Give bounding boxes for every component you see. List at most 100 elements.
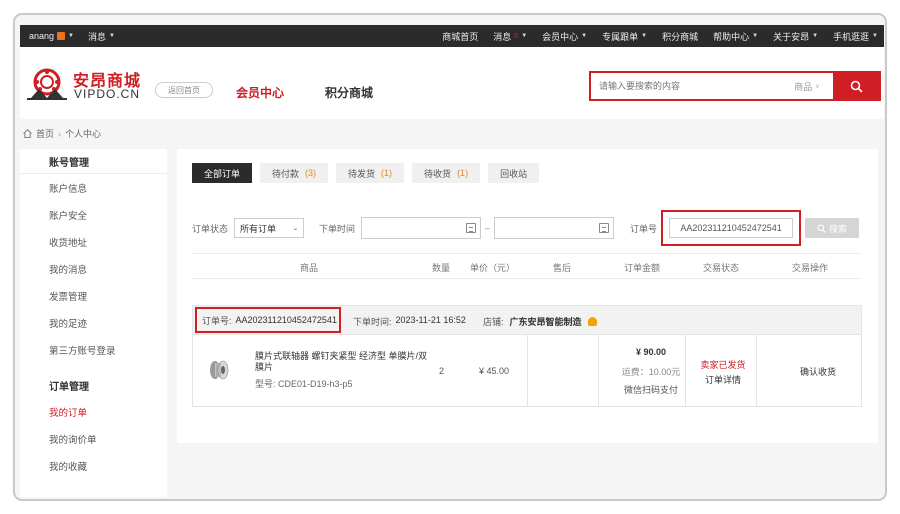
order-status: 卖家已发货 [700,360,746,370]
cell-divider [598,335,599,406]
chevron-down-icon: ▼ [109,33,115,39]
order-time-value: 2023-11-21 16:52 [395,315,466,325]
topnav-help[interactable]: 帮助中心 ▼ [713,30,758,43]
sidebar-item-third-party-login[interactable]: 第三方账号登录 [20,336,167,363]
sidebar-item-footprints[interactable]: 我的足迹 [20,309,167,336]
topnav-exclusive[interactable]: 专属跟单 ▼ [602,30,647,43]
tab-count: (3) [305,168,317,178]
logo-text-en: VIPDO.CN [74,87,141,101]
order-no-label: 订单号 [630,223,658,234]
order-detail-link[interactable]: 订单详情 [683,373,763,386]
topnav-mobile[interactable]: 手机逛逛 ▼ [833,30,878,43]
shop-name[interactable]: 广东安昂智能制造 [510,315,582,328]
chevron-down-icon: ▼ [521,33,528,39]
order-no-input[interactable]: AA202311210452472541 [669,218,794,238]
breadcrumb-current: 个人中心 [65,129,102,139]
nav-points-mall[interactable]: 积分商城 [325,84,373,101]
status-select[interactable]: 所有订单 ⌄ [234,218,305,238]
back-home-button[interactable]: 返回首页 [155,82,213,98]
column-header: 交易操作 [792,263,829,273]
tab-pending-shipment[interactable]: 待发货 (1) [336,163,405,183]
site-search: 商品 ∨ [589,71,881,101]
topnav-points-mall[interactable]: 积分商城 [662,30,698,43]
order-search-button[interactable]: 搜索 [805,218,860,238]
search-input[interactable] [591,73,781,99]
sidebar-item-messages[interactable]: 我的消息 [20,255,167,282]
search-button[interactable] [833,73,879,99]
search-icon [817,223,826,233]
product-unit-price: ¥ 45.00 [479,366,510,376]
sidebar-section-orders: 订单管理 [49,382,89,393]
messages-menu[interactable]: 消息 ▼ [88,30,115,43]
tab-count: (1) [381,168,393,178]
topnav-about[interactable]: 关于安昂 ▼ [773,30,818,43]
user-menu[interactable]: anang ▼ [29,31,74,41]
tab-pending-payment[interactable]: 待付款 (3) [260,163,329,183]
topnav-label: 商城首页 [442,31,479,42]
order-filters: 订单状态 所有订单 ⌄ 下单时间 – 订单号 AA202311210452472… [192,210,862,246]
column-header: 订单金额 [624,263,661,273]
nav-member-center[interactable]: 会员中心 [236,84,284,101]
calendar-icon[interactable] [466,223,477,233]
sidebar: 账号管理 账户信息 账户安全 收货地址 我的消息 发票管理 我的足迹 第三方账号… [20,149,167,497]
top-bar: anang ▼ 消息 ▼ 商城首页 消息 0 ▼ 会员中心 ▼ 专属跟单 ▼ 积分商城 … [20,25,884,47]
end-date-input[interactable] [494,217,615,239]
order-tabs: 全部订单 待付款 (3) 待发货 (1) 待收货 (1) 回收站 [192,163,540,183]
order-time: 下单时间: 2023-11-21 16:52 [353,315,466,328]
orders-table-header: 商品 数量 单价（元） 售后 订单金额 交易状态 交易操作 [192,253,862,279]
username: anang [29,31,55,41]
sidebar-item-account-info[interactable]: 账户信息 [20,174,167,201]
topnav-member-center[interactable]: 会员中心 ▼ [542,30,587,43]
tab-pending-receipt[interactable]: 待收货 (1) [412,163,481,183]
column-header: 售后 [553,263,572,273]
sidebar-item-invoice[interactable]: 发票管理 [20,282,167,309]
status-filter-label: 订单状态 [192,223,229,234]
calendar-icon[interactable] [599,223,610,233]
sidebar-item-inquiries[interactable]: 我的询价单 [20,425,167,452]
shop-label: 店铺: [483,317,504,327]
order-freight: 运费：10.00元 [621,367,681,377]
tab-recycle-bin[interactable]: 回收站 [488,163,540,183]
sidebar-section-account: 账号管理 [20,149,167,174]
order-number-label: 订单号: [202,315,232,326]
breadcrumb-separator-icon: › [58,128,62,139]
tab-label: 回收站 [500,168,528,179]
product-image[interactable] [206,357,232,383]
chevron-down-icon: ⌄ [292,225,299,232]
tab-all-orders[interactable]: 全部订单 [192,163,253,183]
column-header: 数量 [432,263,451,273]
product-name[interactable]: 膜片式联轴器 螺钉夹紧型 经济型 单膜片/双膜片 [255,351,430,373]
product-quantity: 2 [439,366,445,376]
order-search-label: 搜索 [829,223,848,234]
sidebar-item-favorites[interactable]: 我的收藏 [20,452,167,479]
search-category-select[interactable]: 商品 ∨ [781,73,833,99]
column-header: 交易状态 [703,263,740,273]
sidebar-item-address[interactable]: 收货地址 [20,228,167,255]
order-time-label: 下单时间: [353,317,392,327]
start-date-input[interactable] [361,217,482,239]
home-icon [23,129,32,138]
breadcrumb-home[interactable]: 首页 [36,127,54,140]
bearing-logo-icon [27,68,67,100]
payment-method: 微信扫码支付 [623,385,678,395]
column-header: 单价（元） [470,263,516,273]
chevron-down-icon: ▼ [641,33,648,39]
search-icon [850,80,863,93]
order-header-row: 订单号: AA202311210452472541 下单时间: 2023-11-… [192,305,862,335]
product-model: 型号: CDE01-D19-h3-p5 [255,379,353,389]
topnav-label: 手机逛逛 [833,31,870,42]
topnav-messages[interactable]: 消息 0 ▼ [493,30,527,43]
order-number-highlight: 订单号: AA202311210452472541 [195,307,341,333]
topnav-label: 会员中心 [542,31,579,42]
breadcrumb: 首页 › 个人中心 [23,127,101,140]
topnav-label: 消息 [493,31,512,42]
topnav-home[interactable]: 商城首页 [442,30,478,43]
sidebar-item-my-orders[interactable]: 我的订单 [20,398,167,425]
sidebar-item-account-security[interactable]: 账户安全 [20,201,167,228]
date-range-dash: – [485,223,491,233]
user-level-icon [57,32,66,40]
confirm-receipt-button[interactable]: 确认收货 [773,365,863,378]
topnav-label: 关于安昂 [773,31,810,42]
customer-service-icon[interactable] [587,317,597,326]
site-logo[interactable]: 安昂商城 VIPDO.CN [25,67,145,101]
